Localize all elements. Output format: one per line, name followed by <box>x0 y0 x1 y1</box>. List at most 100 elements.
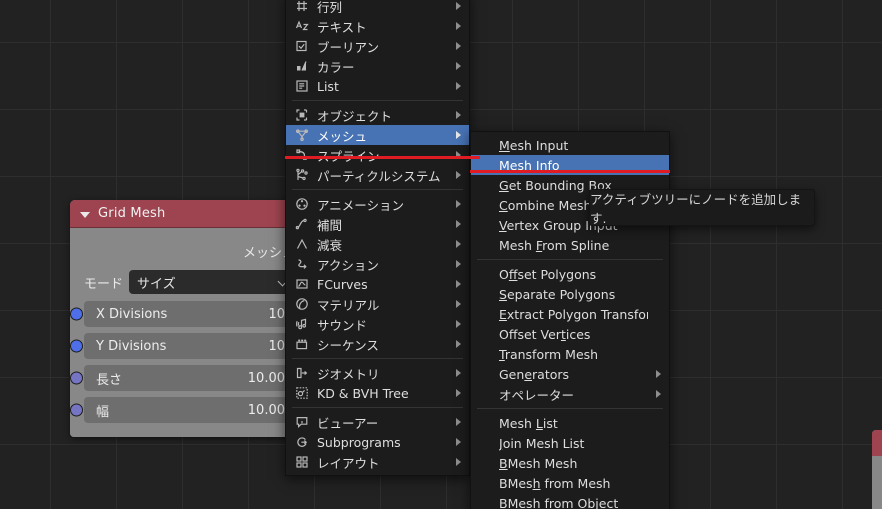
menu-item-item[interactable]: カラー <box>286 56 469 76</box>
add-node-menu[interactable]: 行列テキストブーリアンカラー List オブジェクトメッシュスプラインパーティクルシ… <box>285 0 470 476</box>
menu-item-kd-bvh-tree[interactable]: KD & BVH Tree <box>286 383 469 403</box>
boolean-icon <box>294 38 310 54</box>
node-output-socket-row[interactable]: メッシュ <box>70 232 305 270</box>
submenu-item-extract-polygon-transforms[interactable]: Extract Polygon Transforms <box>471 304 669 324</box>
node-mode-dropdown[interactable]: サイズ <box>129 270 297 294</box>
submenu-item-separate-polygons[interactable]: Separate Polygons <box>471 284 669 304</box>
menu-item-item[interactable]: 補間 <box>286 214 469 234</box>
submenu-item-label: Mesh Input <box>499 137 569 153</box>
submenu-item-offset-vertices[interactable]: Offset Vertices <box>471 324 669 344</box>
annotation-underline-mesh-info <box>470 170 670 173</box>
submenu-arrow-icon <box>456 300 461 308</box>
menu-item-item[interactable]: シーケンス <box>286 334 469 354</box>
menu-item-label: KD & BVH Tree <box>317 385 409 401</box>
input-socket[interactable] <box>70 339 83 353</box>
menu-item-subprograms[interactable]: Subprograms <box>286 432 469 452</box>
node-field-label: Y Divisions <box>96 338 167 354</box>
menu-item-item[interactable]: マテリアル <box>286 294 469 314</box>
submenu-item-label: Mesh From Spline <box>499 237 610 253</box>
menu-item-label: ビューアー <box>317 415 379 431</box>
menu-item-label: Subprograms <box>317 434 401 450</box>
layout-icon <box>294 454 310 470</box>
node-partial-header <box>872 430 882 456</box>
submenu-item-mesh-list[interactable]: Mesh List <box>471 413 669 433</box>
menu-item-label: サウンド <box>317 317 368 333</box>
submenu-arrow-icon <box>456 220 461 228</box>
submenu-item-label: Extract Polygon Transforms <box>499 306 648 322</box>
animation-icon <box>294 196 310 212</box>
menu-item-label: レイアウト <box>317 455 380 471</box>
sound-icon <box>294 316 310 332</box>
fcurves-icon <box>294 276 310 292</box>
node-mode-value: サイズ <box>137 276 176 292</box>
submenu-item-bmesh-from-mesh[interactable]: BMesh from Mesh <box>471 473 669 493</box>
menu-item-item[interactable]: ブーリアン <box>286 36 469 56</box>
collapse-triangle-icon[interactable] <box>78 207 92 221</box>
kdtree-icon <box>294 385 310 401</box>
node-body: メッシュ モード サイズ X Divisions 10 Y Divisions <box>70 228 305 437</box>
menu-separator <box>292 358 463 359</box>
submenu-item-mesh-from-spline[interactable]: Mesh From Spline <box>471 235 669 255</box>
menu-item-item[interactable]: ビューアー <box>286 412 469 432</box>
node-field[interactable]: X Divisions 10 <box>70 301 297 327</box>
input-socket[interactable] <box>70 307 83 321</box>
node-field-value[interactable]: 10.00 <box>248 371 285 386</box>
menu-item-label: ブーリアン <box>317 39 380 55</box>
node-mode-label: モード <box>83 276 123 292</box>
submenu-arrow-icon <box>456 42 461 50</box>
menu-item-item[interactable]: アクション <box>286 254 469 274</box>
menu-item-item[interactable]: 行列 <box>286 0 469 16</box>
menu-item-fcurves[interactable]: FCurves <box>286 274 469 294</box>
submenu-arrow-icon <box>456 458 461 466</box>
node-grid-mesh[interactable]: Grid Mesh メッシュ モード サイズ X Divisions 10 Y … <box>70 200 305 437</box>
node-field-value[interactable]: 10 <box>268 307 285 322</box>
subprogram-icon <box>294 434 310 450</box>
input-socket[interactable] <box>70 403 83 417</box>
menu-item-label: シーケンス <box>317 337 379 353</box>
node-field-label: X Divisions <box>96 306 168 322</box>
submenu-item-bmesh-from-object[interactable]: BMesh from Object <box>471 493 669 509</box>
menu-item-item[interactable]: レイアウト <box>286 452 469 472</box>
submenu-arrow-icon <box>456 171 461 179</box>
submenu-item-offset-polygons[interactable]: Offset Polygons <box>471 264 669 284</box>
submenu-item-bmesh-mesh[interactable]: BMesh Mesh <box>471 453 669 473</box>
geometry-icon <box>294 365 310 381</box>
menu-item-label: メッシュ <box>317 128 368 144</box>
node-header[interactable]: Grid Mesh <box>70 200 305 228</box>
node-editor-canvas[interactable]: Grid Mesh メッシュ モード サイズ X Divisions 10 Y … <box>0 0 882 509</box>
node-field[interactable]: Y Divisions 10 <box>70 333 297 359</box>
submenu-item-mesh-input[interactable]: Mesh Input <box>471 135 669 155</box>
submenu-arrow-icon <box>456 240 461 248</box>
menu-item-label: パーティクルシステム <box>317 168 441 184</box>
menu-item-item[interactable]: メッシュ <box>286 125 469 145</box>
submenu-arrow-icon <box>456 2 461 10</box>
node-field-value[interactable]: 10 <box>268 339 285 354</box>
falloff-icon <box>294 236 310 252</box>
menu-item-label: 減衰 <box>317 237 343 253</box>
node-field[interactable]: 幅 10.00 <box>70 397 297 423</box>
submenu-arrow-icon <box>456 62 461 70</box>
submenu-arrow-icon <box>456 260 461 268</box>
menu-item-item[interactable]: テキスト <box>286 16 469 36</box>
node-partial-offscreen[interactable] <box>872 430 882 509</box>
submenu-item-generators[interactable]: Generators <box>471 364 669 384</box>
submenu-item-transform-mesh[interactable]: Transform Mesh <box>471 344 669 364</box>
input-socket[interactable] <box>70 371 83 385</box>
menu-item-item[interactable]: アニメーション <box>286 194 469 214</box>
node-field[interactable]: 長さ 10.00 <box>70 365 297 391</box>
menu-item-item[interactable]: オブジェクト <box>286 105 469 125</box>
menu-item-item[interactable]: スプライン <box>286 145 469 165</box>
menu-item-item[interactable]: 減衰 <box>286 234 469 254</box>
mesh-icon <box>294 127 310 143</box>
submenu-item-join-mesh-list[interactable]: Join Mesh List <box>471 433 669 453</box>
node-fields: X Divisions 10 Y Divisions 10 長さ 10.00 幅… <box>70 301 305 423</box>
menu-item-item[interactable]: パーティクルシステム <box>286 165 469 185</box>
menu-item-list[interactable]: List <box>286 76 469 96</box>
text-icon <box>294 18 310 34</box>
menu-item-item[interactable]: ジオメトリ <box>286 363 469 383</box>
node-field-value[interactable]: 10.00 <box>248 403 285 418</box>
submenu-arrow-icon <box>456 131 461 139</box>
submenu-item-item[interactable]: オペレーター <box>471 384 669 404</box>
menu-item-item[interactable]: サウンド <box>286 314 469 334</box>
menu-item-label: 行列 <box>317 0 343 15</box>
